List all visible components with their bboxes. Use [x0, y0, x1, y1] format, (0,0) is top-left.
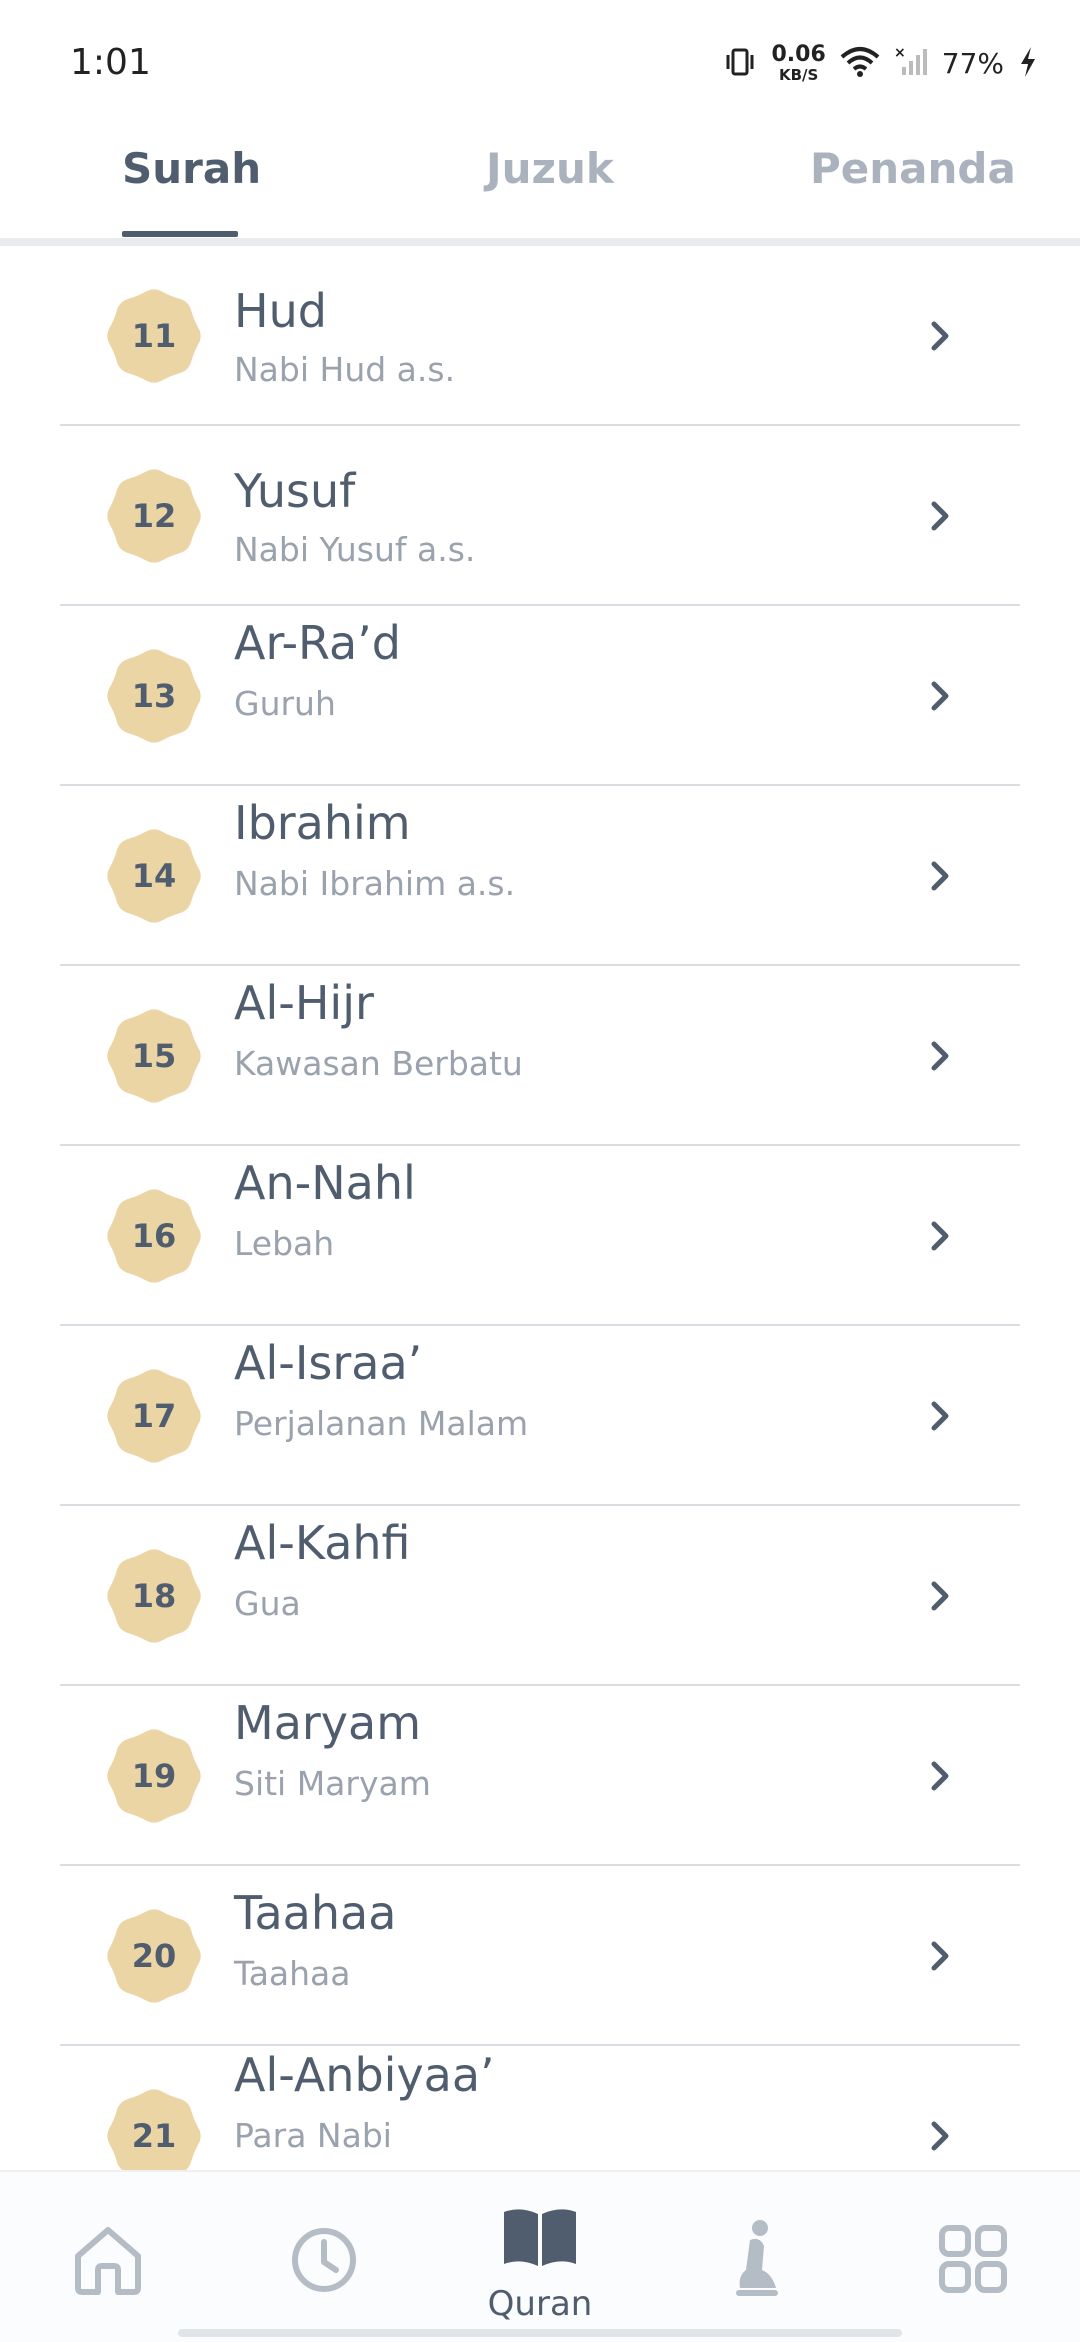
surah-name: Al-Israa’ — [234, 1336, 423, 1390]
battery-percent: 77% — [941, 47, 1004, 80]
surah-number: 13 — [131, 677, 177, 715]
chevron-right-icon — [920, 496, 960, 536]
surah-number-badge: 17 — [104, 1366, 204, 1466]
cellular-no-signal-icon: × — [894, 45, 928, 83]
surah-name: Ar-Ra’d — [234, 616, 401, 670]
surah-number-badge: 15 — [104, 1006, 204, 1106]
tab-penanda[interactable]: Penanda — [810, 144, 1016, 193]
surah-meaning: Nabi Ibrahim a.s. — [234, 864, 516, 903]
open-book-icon — [500, 2204, 580, 2274]
surah-row-11[interactable]: 11 Hud Nabi Hud a.s. — [60, 246, 1020, 426]
surah-name: An-Nahl — [234, 1156, 416, 1210]
surah-number-badge: 13 — [104, 646, 204, 746]
surah-number: 21 — [131, 2117, 177, 2155]
surah-number-badge: 11 — [104, 286, 204, 386]
surah-meaning: Guruh — [234, 684, 336, 723]
chevron-right-icon — [920, 1396, 960, 1436]
surah-row-19[interactable]: 19 Maryam Siti Maryam — [60, 1686, 1020, 1866]
tab-juzuk[interactable]: Juzuk — [486, 144, 614, 193]
surah-meaning: Gua — [234, 1584, 301, 1623]
surah-name: Hud — [234, 284, 327, 338]
chevron-right-icon — [920, 676, 960, 716]
surah-name: Ibrahim — [234, 796, 411, 850]
surah-meaning: Para Nabi — [234, 2116, 392, 2155]
surah-number-badge: 21 — [104, 2086, 204, 2170]
network-speed-value: 0.06 — [771, 42, 826, 67]
surah-number-badge: 16 — [104, 1186, 204, 1286]
nav-home[interactable] — [0, 2172, 216, 2322]
chevron-right-icon — [920, 316, 960, 356]
surah-number-badge: 20 — [104, 1906, 204, 2006]
network-speed-unit: KB/S — [778, 66, 819, 84]
surah-row-17[interactable]: 17 Al-Israa’ Perjalanan Malam — [60, 1326, 1020, 1506]
prayer-person-icon — [732, 2218, 782, 2302]
chevron-right-icon — [920, 1756, 960, 1796]
nav-prayer[interactable] — [648, 2172, 864, 2322]
surah-row-16[interactable]: 16 An-Nahl Lebah — [60, 1146, 1020, 1326]
vibrate-icon — [723, 45, 757, 83]
gesture-bar — [178, 2329, 902, 2337]
surah-meaning: Siti Maryam — [234, 1764, 431, 1803]
surah-meaning: Nabi Yusuf a.s. — [234, 530, 476, 569]
surah-number-badge: 18 — [104, 1546, 204, 1646]
surah-number-badge: 14 — [104, 826, 204, 926]
network-speed: 0.06 KB/S — [771, 44, 825, 83]
chevron-right-icon — [920, 1216, 960, 1256]
tab-surah[interactable]: Surah — [122, 144, 261, 193]
surah-name: Yusuf — [234, 464, 356, 518]
surah-row-12[interactable]: 12 Yusuf Nabi Yusuf a.s. — [60, 426, 1020, 606]
battery-charging-icon — [1018, 45, 1038, 83]
surah-name: Al-Hijr — [234, 976, 374, 1030]
surah-number-badge: 19 — [104, 1726, 204, 1826]
surah-name: Al-Anbiyaa’ — [234, 2048, 495, 2102]
chevron-right-icon — [920, 1936, 960, 1976]
surah-name: Al-Kahfi — [234, 1516, 411, 1570]
status-time: 1:01 — [70, 42, 151, 83]
surah-row-15[interactable]: 15 Al-Hijr Kawasan Berbatu — [60, 966, 1020, 1146]
home-icon — [70, 2222, 146, 2302]
clock-icon — [286, 2222, 362, 2302]
surah-list: 11 Hud Nabi Hud a.s. 12 Yusuf Nabi Yusuf… — [60, 246, 1020, 2170]
wifi-icon — [840, 45, 880, 83]
surah-number: 19 — [131, 1757, 177, 1795]
chevron-right-icon — [920, 1036, 960, 1076]
grid-icon — [938, 2224, 1008, 2298]
surah-name: Maryam — [234, 1696, 422, 1750]
nav-quran-label: Quran — [487, 2284, 593, 2324]
surah-row-20[interactable]: 20 Taahaa Taahaa — [60, 1866, 1020, 2046]
chevron-right-icon — [920, 1576, 960, 1616]
active-tab-indicator — [122, 231, 238, 237]
surah-name: Taahaa — [234, 1886, 397, 1940]
tab-bar: Surah Juzuk Penanda — [0, 120, 1080, 238]
status-icons: 0.06 KB/S × 77% — [723, 44, 1038, 83]
surah-number: 11 — [131, 317, 177, 355]
surah-meaning: Kawasan Berbatu — [234, 1044, 523, 1083]
surah-number: 16 — [131, 1217, 177, 1255]
surah-meaning: Taahaa — [234, 1954, 351, 1993]
surah-number: 18 — [131, 1577, 177, 1615]
tabs-divider — [0, 238, 1080, 246]
nav-more[interactable] — [864, 2172, 1080, 2322]
surah-row-21[interactable]: 21 Al-Anbiyaa’ Para Nabi — [60, 2046, 1020, 2170]
surah-row-13[interactable]: 13 Ar-Ra’d Guruh — [60, 606, 1020, 786]
surah-number: 17 — [131, 1397, 177, 1435]
surah-meaning: Perjalanan Malam — [234, 1404, 529, 1443]
surah-meaning: Lebah — [234, 1224, 335, 1263]
surah-row-14[interactable]: 14 Ibrahim Nabi Ibrahim a.s. — [60, 786, 1020, 966]
surah-number-badge: 12 — [104, 466, 204, 566]
bottom-navigation: Quran — [0, 2170, 1080, 2342]
chevron-right-icon — [920, 2116, 960, 2156]
surah-row-18[interactable]: 18 Al-Kahfi Gua — [60, 1506, 1020, 1686]
surah-meaning: Nabi Hud a.s. — [234, 350, 456, 389]
chevron-right-icon — [920, 856, 960, 896]
svg-text:×: × — [894, 45, 906, 61]
surah-number: 20 — [131, 1937, 177, 1975]
surah-number: 14 — [131, 857, 177, 895]
surah-number: 15 — [131, 1037, 177, 1075]
nav-quran[interactable]: Quran — [432, 2172, 648, 2324]
nav-history[interactable] — [216, 2172, 432, 2322]
status-bar: 1:01 0.06 KB/S × 77% — [0, 0, 1080, 120]
surah-number: 12 — [131, 497, 177, 535]
